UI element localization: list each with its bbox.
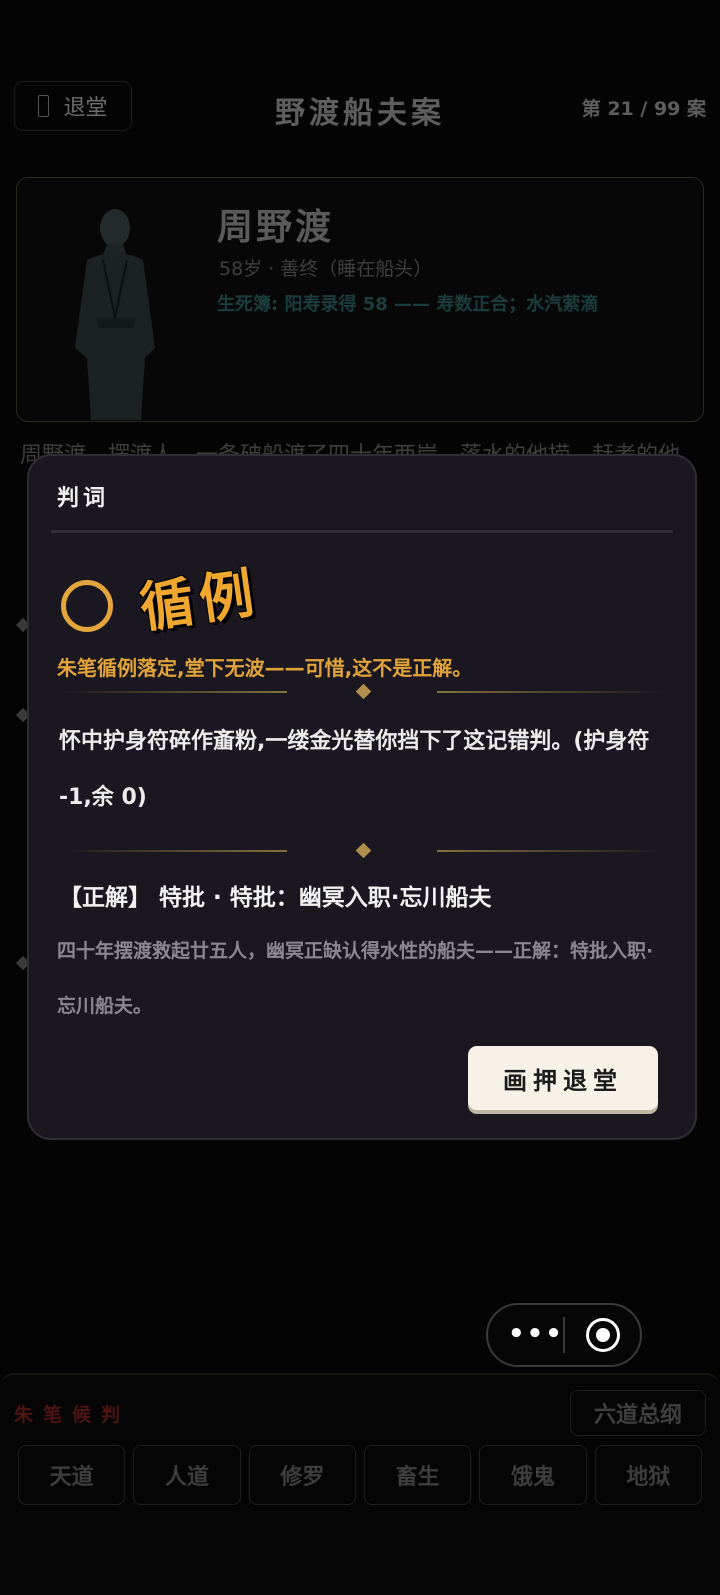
- judgement-panel: 朱笔候判 六道总纲 天道 人道 修罗 畜生 饿鬼 地狱: [0, 1373, 720, 1595]
- top-bar: 退堂 野渡船夫案 第 21 / 99 案: [0, 70, 720, 146]
- profile-card: 周野渡 58岁 · 善终（睡在船头） 生死簿: 阳寿录得 58 —— 寿数正合；…: [16, 177, 704, 422]
- path-button-human[interactable]: 人道: [133, 1445, 241, 1505]
- correct-answer-text: 四十年摆渡救起廿五人，幽冥正缺认得水性的船夫——正解：特批入职·忘川船夫。: [57, 940, 654, 1017]
- more-icon[interactable]: •••: [508, 1321, 564, 1347]
- path-button-animal[interactable]: 畜生: [363, 1445, 472, 1505]
- circle-mark-icon: [61, 580, 113, 632]
- correct-answer-title: 【正解】 特批 · 特批：幽冥入职·忘川船夫: [59, 885, 492, 911]
- six-paths-summary-button[interactable]: 六道总纲: [570, 1390, 706, 1436]
- capsule-separator: [563, 1317, 565, 1353]
- path-button-heaven[interactable]: 天道: [18, 1445, 126, 1505]
- verdict-stamp: 循例: [135, 560, 264, 640]
- verdict-modal: 判词 循例 朱笔循例落定,堂下无波——可惜,这不是正解。 怀中护身符碎作齑粉,一…: [27, 454, 697, 1140]
- ornament-divider: [59, 683, 665, 700]
- diamond-icon: [355, 683, 372, 700]
- path-button-asura[interactable]: 修罗: [248, 1445, 356, 1505]
- diamond-icon: [355, 842, 372, 859]
- verdict-subtitle: 朱笔循例落定,堂下无波——可惜,这不是正解。: [57, 656, 473, 680]
- panel-label: 朱笔候判: [14, 1404, 131, 1426]
- ornament-divider: [59, 842, 665, 859]
- close-target-icon[interactable]: [586, 1318, 620, 1352]
- character-portrait: [75, 209, 155, 420]
- character-name: 周野渡: [217, 207, 335, 248]
- path-options: 天道 人道 修罗 畜生 饿鬼 地狱: [18, 1445, 702, 1505]
- case-counter: 第 21 / 99 案: [581, 98, 706, 120]
- life-death-ledger: 生死簿: 阳寿录得 58 —— 寿数正合；水汽萦滴: [217, 294, 599, 315]
- modal-divider: [51, 530, 673, 533]
- miniprogram-capsule: •••: [486, 1303, 642, 1367]
- character-meta: 58岁 · 善终（睡在船头）: [219, 258, 433, 280]
- path-button-hell[interactable]: 地狱: [594, 1445, 702, 1505]
- modal-title: 判词: [57, 486, 110, 511]
- path-button-hungry-ghost[interactable]: 饿鬼: [479, 1445, 587, 1505]
- sign-and-leave-button[interactable]: 画押退堂: [468, 1046, 658, 1110]
- amulet-effect-text: 怀中护身符碎作齑粉,一缕金光替你挡下了这记错判。(护身符 -1,余 0): [59, 729, 650, 810]
